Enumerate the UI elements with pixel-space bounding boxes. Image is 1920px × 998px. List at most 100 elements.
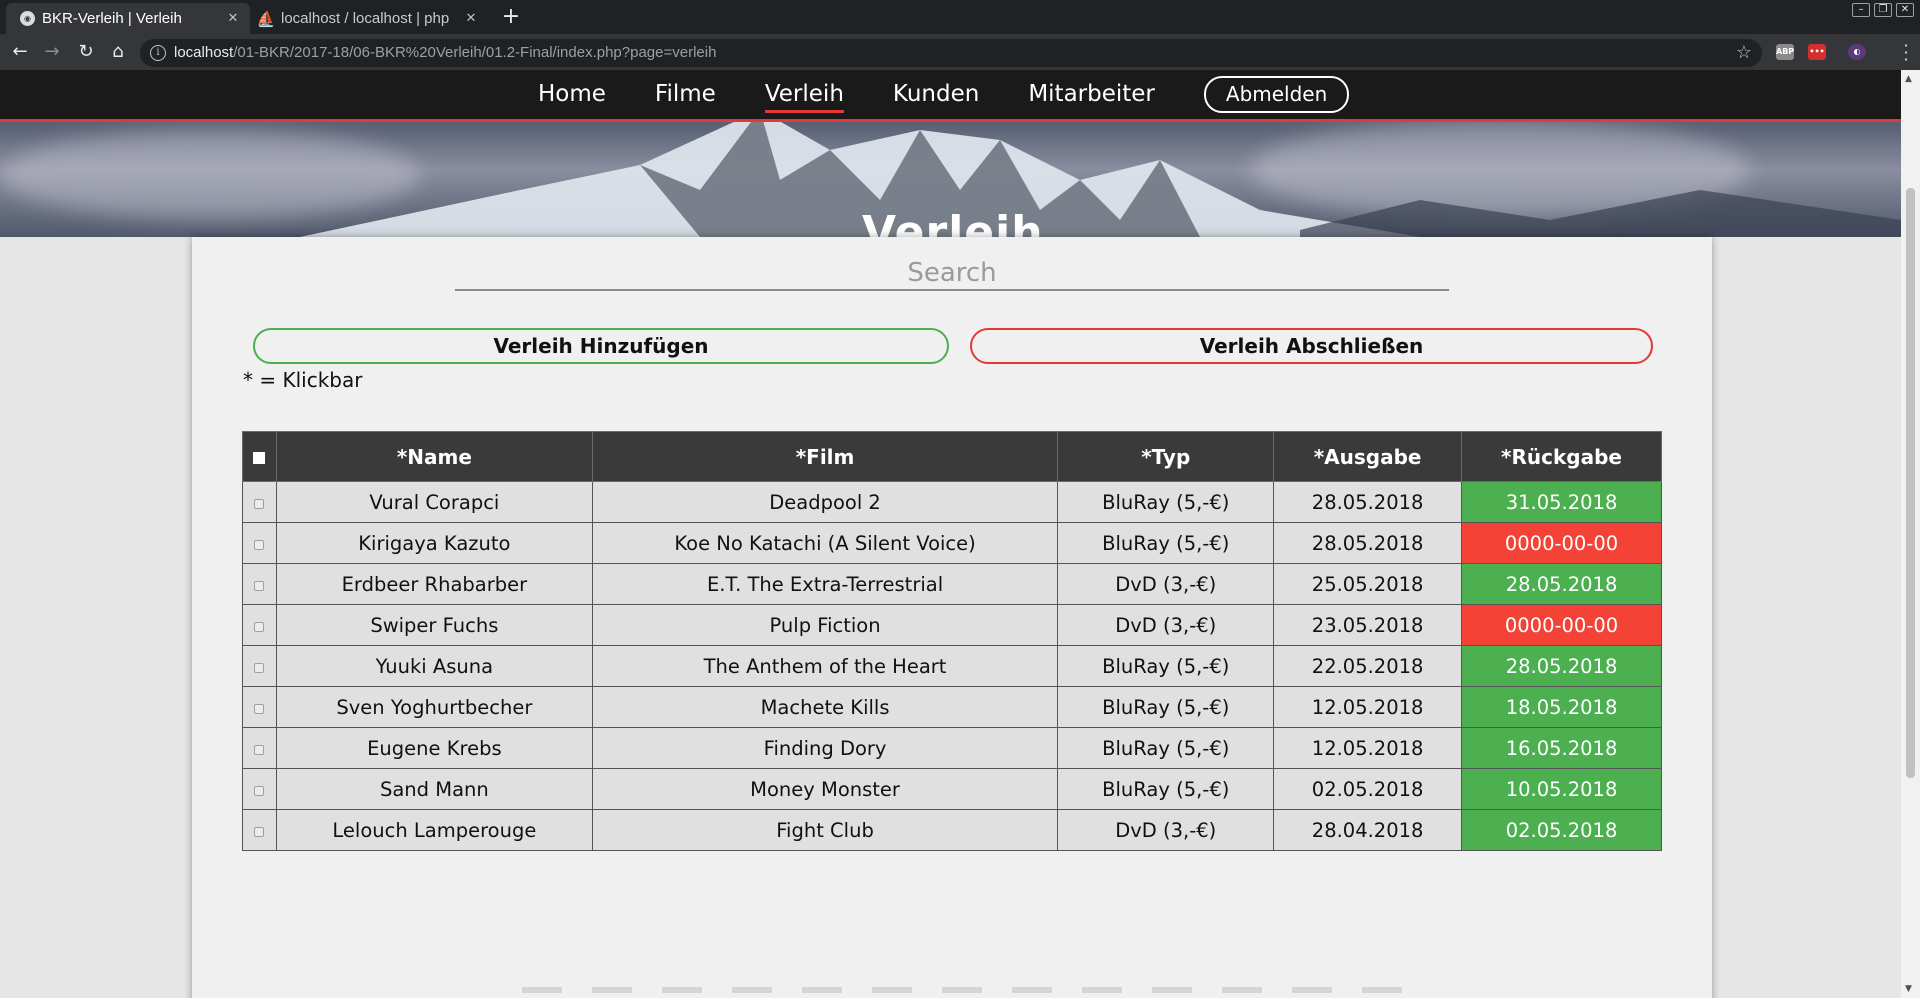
table-row[interactable]: Erdbeer Rhabarber E.T. The Extra-Terrestr… — [242, 563, 1662, 605]
row-select-cell[interactable] — [242, 522, 277, 564]
row-checkbox[interactable] — [254, 621, 265, 632]
cell-ausgabe: 12.05.2018 — [1273, 686, 1463, 728]
column-header-rueckgabe[interactable]: *Rückgabe — [1461, 431, 1662, 482]
cell-rueckgabe: 0000-00-00 — [1461, 604, 1662, 646]
table-row[interactable]: Yuuki Asuna The Anthem of the Heart BluRay… — [242, 645, 1662, 687]
minimize-icon[interactable]: – — [1852, 3, 1870, 17]
column-header-film[interactable]: *Film — [591, 431, 1059, 482]
table-row[interactable]: Sven Yoghurtbecher Machete Kills BluRay (5… — [242, 686, 1662, 728]
new-tab-button[interactable]: + — [498, 3, 524, 31]
complete-rental-button[interactable]: Verleih Abschließen — [970, 328, 1653, 364]
back-arrow-icon[interactable]: ← — [8, 40, 32, 64]
nav-link-verleih[interactable]: Verleih — [764, 81, 844, 113]
nav-link-home[interactable]: Home — [538, 81, 606, 111]
table-row[interactable]: Vural Corapci Deadpool 2 BluRay (5,-€) 28.0… — [242, 481, 1662, 523]
row-select-cell[interactable] — [242, 686, 277, 728]
chromium-icon: ◉ — [20, 11, 35, 26]
clickable-hint: * = Klickbar — [243, 368, 363, 392]
table-row[interactable]: Kirigaya Kazuto Koe No Katachi (A Silent … — [242, 522, 1662, 564]
cell-typ: DvD (3,-€) — [1057, 604, 1275, 646]
table-row[interactable]: Eugene Krebs Finding Dory BluRay (5,-€) 12.… — [242, 727, 1662, 769]
lastpass-extension-icon[interactable]: ••• — [1808, 44, 1826, 60]
add-rental-button[interactable]: Verleih Hinzufügen — [253, 328, 949, 364]
browser-tab-active[interactable]: ◉ BKR-Verleih | Verleih ✕ — [6, 3, 250, 34]
bookmark-star-icon[interactable]: ☆ — [1736, 42, 1752, 63]
restore-icon[interactable]: ❐ — [1874, 3, 1892, 17]
cell-film: Money Monster — [591, 768, 1059, 810]
tab-title: BKR-Verleih | Verleih — [42, 10, 182, 27]
site-info-icon[interactable]: i — [150, 45, 166, 61]
row-checkbox[interactable] — [254, 662, 265, 673]
table-row[interactable]: Sand Mann Money Monster BluRay (5,-€) 02.05… — [242, 768, 1662, 810]
cell-typ: BluRay (5,-€) — [1057, 686, 1275, 728]
home-icon[interactable]: ⌂ — [106, 40, 130, 64]
select-all-checkbox[interactable] — [242, 431, 277, 482]
nav-link-mitarbeiter[interactable]: Mitarbeiter — [1028, 81, 1155, 111]
row-select-cell[interactable] — [242, 727, 277, 769]
cell-name: Erdbeer Rhabarber — [275, 563, 593, 605]
cell-rueckgabe: 16.05.2018 — [1461, 727, 1662, 769]
column-header-typ[interactable]: *Typ — [1057, 431, 1275, 482]
url-path: /01-BKR/2017-18/06-BKR%20Verleih/01.2-Fi… — [233, 44, 717, 61]
column-header-ausgabe[interactable]: *Ausgabe — [1273, 431, 1463, 482]
main-navigation: Home Filme Verleih Kunden Mitarbeiter Ab… — [0, 70, 1901, 122]
row-checkbox[interactable] — [254, 826, 265, 837]
scroll-up-icon[interactable]: ▲ — [1905, 74, 1912, 84]
cell-typ: DvD (3,-€) — [1057, 809, 1275, 851]
cell-name: Lelouch Lamperouge — [275, 809, 593, 851]
cell-ausgabe: 28.04.2018 — [1273, 809, 1463, 851]
cell-film: Fight Club — [591, 809, 1059, 851]
forward-arrow-icon[interactable]: → — [40, 40, 64, 64]
table-body: Vural Corapci Deadpool 2 BluRay (5,-€) 28.0… — [242, 481, 1662, 851]
browser-tab-inactive[interactable]: ⛵ localhost / localhost | php ✕ — [252, 3, 488, 34]
browser-menu-icon[interactable]: · · · — [1902, 38, 1910, 68]
reload-icon[interactable]: ↻ — [74, 40, 98, 64]
row-select-cell[interactable] — [242, 481, 277, 523]
address-bar[interactable]: i localhost/01-BKR/2017-18/06-BKR%20Verl… — [140, 39, 1762, 67]
row-select-cell[interactable] — [242, 604, 277, 646]
cell-name: Eugene Krebs — [275, 727, 593, 769]
page-scrollbar[interactable]: ▲ ▼ — [1901, 70, 1920, 998]
search-input[interactable] — [455, 257, 1449, 291]
cell-ausgabe: 28.05.2018 — [1273, 481, 1463, 523]
row-select-cell[interactable] — [242, 768, 277, 810]
adblock-extension-icon[interactable]: ABP — [1776, 44, 1794, 60]
url-host: localhost — [174, 44, 234, 61]
footer-fade — [522, 987, 1422, 993]
row-checkbox[interactable] — [254, 580, 265, 591]
row-checkbox[interactable] — [254, 539, 265, 550]
cell-film: E.T. The Extra-Terrestrial — [591, 563, 1059, 605]
row-checkbox[interactable] — [254, 498, 265, 509]
logout-button[interactable]: Abmelden — [1203, 76, 1350, 113]
cell-typ: BluRay (5,-€) — [1057, 645, 1275, 687]
url-text[interactable]: localhost/01-BKR/2017-18/06-BKR%20Verlei… — [174, 44, 716, 61]
content-card: Verleih Hinzufügen Verleih Abschließen *… — [192, 237, 1712, 998]
column-header-name[interactable]: *Name — [275, 431, 593, 482]
nav-links: Home Filme Verleih Kunden Mitarbeiter Ab… — [538, 76, 1350, 113]
row-select-cell[interactable] — [242, 809, 277, 851]
cell-film: Deadpool 2 — [591, 481, 1059, 523]
cell-ausgabe: 22.05.2018 — [1273, 645, 1463, 687]
table-row[interactable]: Swiper Fuchs Pulp Fiction DvD (3,-€) 23.05.… — [242, 604, 1662, 646]
close-tab-icon[interactable]: ✕ — [460, 11, 482, 26]
cell-rueckgabe: 02.05.2018 — [1461, 809, 1662, 851]
close-tab-icon[interactable]: ✕ — [222, 11, 244, 26]
row-select-cell[interactable] — [242, 563, 277, 605]
scroll-down-icon[interactable]: ▼ — [1905, 984, 1912, 994]
cell-rueckgabe: 0000-00-00 — [1461, 522, 1662, 564]
cell-typ: DvD (3,-€) — [1057, 563, 1275, 605]
table-row[interactable]: Lelouch Lamperouge Fight Club DvD (3,-€) 28… — [242, 809, 1662, 851]
row-select-cell[interactable] — [242, 645, 277, 687]
cell-name: Sven Yoghurtbecher — [275, 686, 593, 728]
nav-link-kunden[interactable]: Kunden — [893, 81, 979, 111]
row-checkbox[interactable] — [254, 744, 265, 755]
cell-typ: BluRay (5,-€) — [1057, 522, 1275, 564]
window-close-icon[interactable]: ✕ — [1896, 3, 1914, 17]
scrollbar-thumb[interactable] — [1906, 188, 1915, 778]
browser-toolbar: ← → ↻ ⌂ i localhost/01-BKR/2017-18/06-BK… — [0, 34, 1920, 70]
row-checkbox[interactable] — [254, 703, 265, 714]
cell-typ: BluRay (5,-€) — [1057, 768, 1275, 810]
nav-link-filme[interactable]: Filme — [655, 81, 716, 111]
row-checkbox[interactable] — [254, 785, 265, 796]
profile-avatar-icon[interactable]: ◐ — [1848, 44, 1866, 60]
